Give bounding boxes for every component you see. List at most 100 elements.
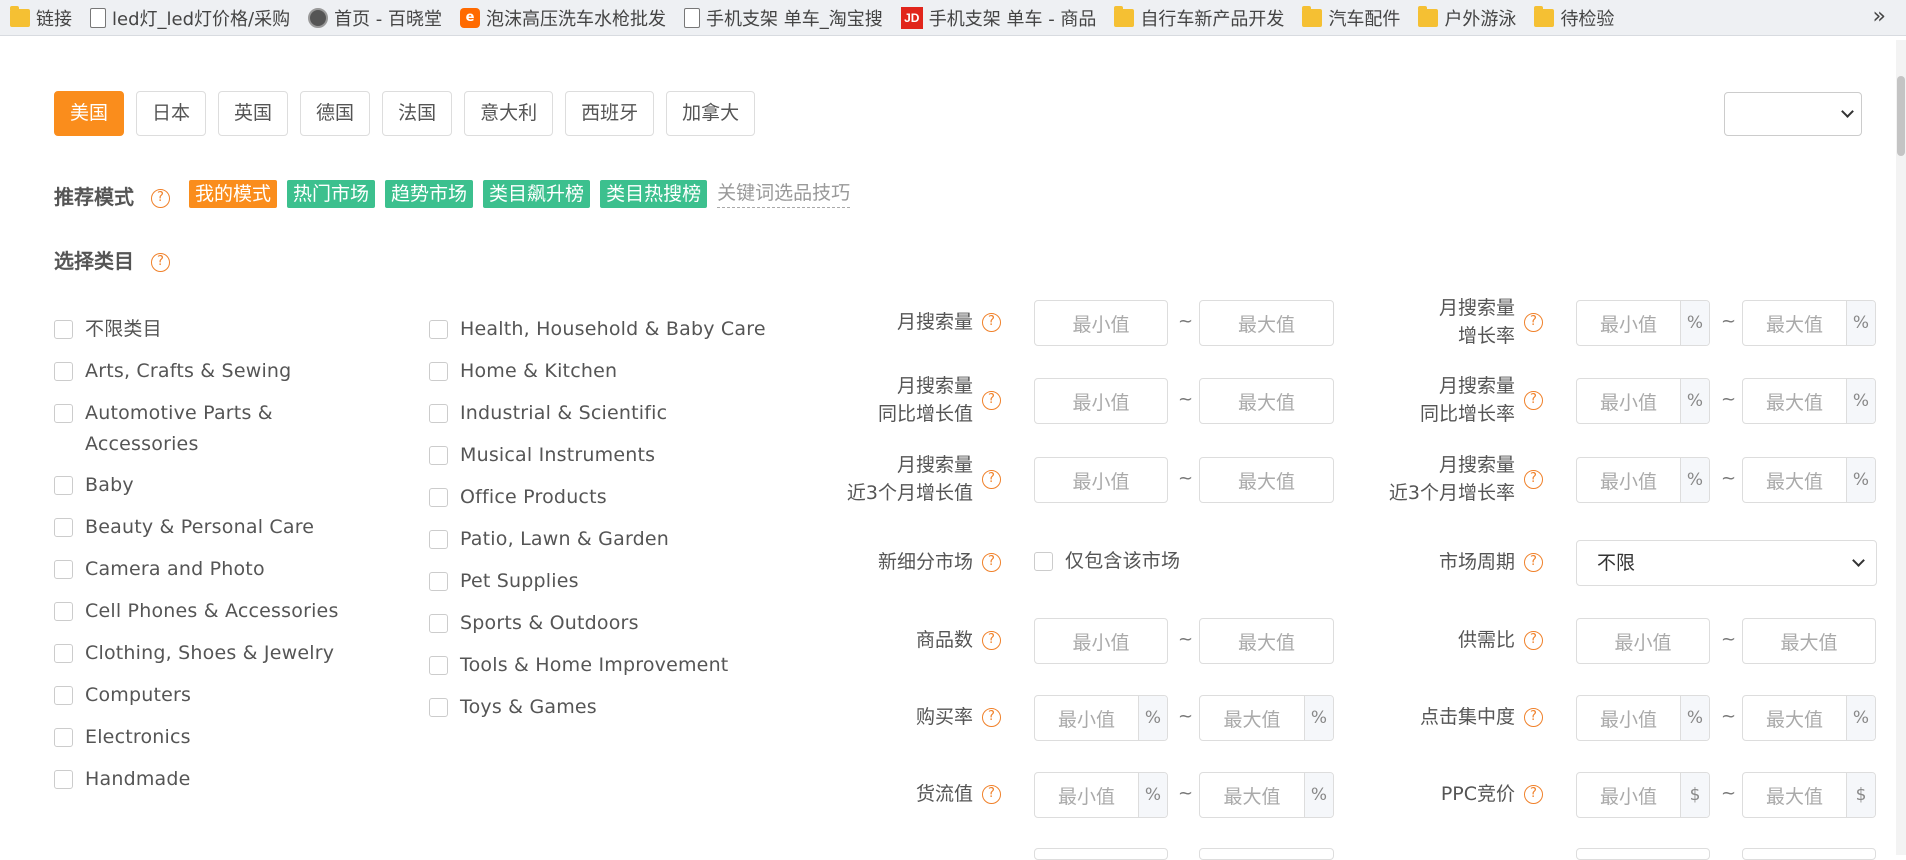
yoy-rate-max-input[interactable]: 最大值%	[1742, 378, 1876, 424]
mode-category-hot-search[interactable]: 类目热搜榜	[600, 180, 708, 208]
keyword-tips-link[interactable]: 关键词选品技巧	[717, 181, 851, 208]
yoy-value-max-input[interactable]: 最大值	[1199, 378, 1334, 424]
checkbox[interactable]	[429, 614, 448, 633]
help-icon[interactable]: ?	[1524, 631, 1543, 650]
help-icon[interactable]: ?	[150, 253, 170, 272]
supply-demand-min-input[interactable]: 最小值	[1576, 618, 1710, 664]
bookmark-pending[interactable]: 待检验	[1524, 0, 1622, 35]
q3-value-min-input[interactable]: 最小值	[1034, 457, 1168, 503]
checkbox[interactable]	[54, 476, 73, 495]
bookmark-bike-dev[interactable]: 自行车新产品开发	[1104, 0, 1292, 35]
category-item[interactable]: Computers	[54, 680, 191, 711]
category-item[interactable]: Pet Supplies	[429, 566, 579, 597]
help-icon[interactable]: ?	[1524, 708, 1543, 727]
bookmark-baixiaotang[interactable]: 首页 - 百晓堂	[298, 0, 450, 35]
q3-rate-max-input[interactable]: 最大值%	[1742, 457, 1876, 503]
category-item[interactable]: Camera and Photo	[54, 554, 265, 585]
bookmark-auto-parts[interactable]: 汽车配件	[1292, 0, 1408, 35]
checkbox[interactable]	[54, 518, 73, 537]
checkbox[interactable]	[429, 656, 448, 675]
category-item[interactable]: Handmade	[54, 764, 191, 795]
bookmark-outdoor[interactable]: 户外游泳	[1408, 0, 1524, 35]
ppc-bid-min-input[interactable]: 最小值 $	[1576, 772, 1710, 818]
purchase-rate-max-input[interactable]: 最大值%	[1199, 695, 1334, 741]
help-icon[interactable]: ?	[1524, 470, 1543, 489]
click-concentration-min-input[interactable]: 最小值%	[1576, 695, 1710, 741]
monthly-growth-min-input[interactable]: 最小值%	[1576, 300, 1710, 346]
checkbox[interactable]	[54, 644, 73, 663]
checkbox[interactable]	[54, 362, 73, 381]
checkbox[interactable]	[54, 728, 73, 747]
checkbox[interactable]	[54, 602, 73, 621]
goods-flow-min-input[interactable]: 最小值%	[1034, 772, 1168, 818]
next-row-max-input-right[interactable]	[1742, 848, 1876, 860]
bookmark-taobao[interactable]: 手机支架 单车_淘宝搜	[674, 0, 891, 35]
category-item[interactable]: 不限类目	[54, 314, 162, 345]
category-item[interactable]: Industrial & Scientific	[429, 398, 667, 429]
help-icon[interactable]: ?	[1524, 313, 1543, 332]
monthly-growth-max-input[interactable]: 最大值%	[1742, 300, 1876, 346]
checkbox[interactable]	[429, 446, 448, 465]
yoy-rate-min-input[interactable]: 最小值%	[1576, 378, 1710, 424]
checkbox[interactable]	[429, 362, 448, 381]
help-icon[interactable]: ?	[1524, 391, 1543, 410]
checkbox[interactable]	[429, 572, 448, 591]
checkbox[interactable]	[1034, 552, 1053, 571]
product-count-max-input[interactable]: 最大值	[1199, 618, 1334, 664]
checkbox[interactable]	[54, 686, 73, 705]
q3-rate-min-input[interactable]: 最小值%	[1576, 457, 1710, 503]
mode-hot-market[interactable]: 热门市场	[287, 180, 376, 208]
next-row-min-input-right[interactable]	[1576, 848, 1710, 860]
checkbox[interactable]	[429, 488, 448, 507]
page-scrollbar[interactable]	[1896, 40, 1906, 855]
monthly-search-max-input[interactable]: 最大值	[1199, 300, 1334, 346]
category-item[interactable]: Beauty & Personal Care	[54, 512, 314, 543]
tab-italy[interactable]: 意大利	[464, 91, 554, 136]
category-item[interactable]: Tools & Home Improvement	[429, 650, 728, 681]
tab-canada[interactable]: 加拿大	[666, 91, 756, 136]
tab-germany[interactable]: 德国	[300, 91, 371, 136]
checkbox[interactable]	[429, 698, 448, 717]
supply-demand-max-input[interactable]: 最大值	[1742, 618, 1876, 664]
market-cycle-select[interactable]: 不限	[1576, 540, 1877, 586]
checkbox[interactable]	[54, 770, 73, 789]
help-icon[interactable]: ?	[1524, 785, 1543, 804]
help-icon[interactable]: ?	[150, 189, 170, 208]
category-item[interactable]: Arts, Crafts & Sewing	[54, 356, 291, 387]
checkbox[interactable]	[429, 320, 448, 339]
q3-value-max-input[interactable]: 最大值	[1199, 457, 1334, 503]
next-row-min-input[interactable]	[1034, 848, 1168, 860]
category-item[interactable]: Office Products	[429, 482, 607, 513]
tab-france[interactable]: 法国	[382, 91, 453, 136]
help-icon[interactable]: ?	[982, 391, 1001, 410]
help-icon[interactable]: ?	[982, 785, 1001, 804]
category-item[interactable]: Toys & Games	[429, 692, 597, 723]
bookmark-led[interactable]: led灯_led灯价格/采购	[80, 0, 298, 35]
checkbox[interactable]	[54, 404, 73, 423]
category-item[interactable]: Clothing, Shoes & Jewelry	[54, 638, 334, 669]
category-item[interactable]: Musical Instruments	[429, 440, 655, 471]
category-item[interactable]: Sports & Outdoors	[429, 608, 639, 639]
category-item[interactable]: Health, Household & Baby Care	[429, 314, 766, 345]
category-item[interactable]: Electronics	[54, 722, 191, 753]
help-icon[interactable]: ?	[982, 708, 1001, 727]
category-item[interactable]: Baby	[54, 470, 134, 501]
help-icon[interactable]: ?	[1524, 553, 1543, 572]
checkbox[interactable]	[54, 560, 73, 579]
help-icon[interactable]: ?	[982, 631, 1001, 650]
ppc-bid-max-input[interactable]: 最大值 $	[1742, 772, 1876, 818]
product-count-min-input[interactable]: 最小值	[1034, 618, 1168, 664]
category-item[interactable]: Home & Kitchen	[429, 356, 617, 387]
monthly-search-min-input[interactable]: 最小值	[1034, 300, 1168, 346]
next-row-max-input[interactable]	[1199, 848, 1334, 860]
category-item[interactable]: Automotive Parts & Accessories	[54, 398, 273, 460]
help-icon[interactable]: ?	[982, 470, 1001, 489]
mode-category-rising[interactable]: 类目飙升榜	[483, 180, 591, 208]
yoy-value-min-input[interactable]: 最小值	[1034, 378, 1168, 424]
help-icon[interactable]: ?	[982, 553, 1001, 572]
category-item[interactable]: Cell Phones & Accessories	[54, 596, 339, 627]
checkbox[interactable]	[429, 404, 448, 423]
checkbox[interactable]	[54, 320, 73, 339]
checkbox[interactable]	[429, 530, 448, 549]
click-concentration-max-input[interactable]: 最大值%	[1742, 695, 1876, 741]
